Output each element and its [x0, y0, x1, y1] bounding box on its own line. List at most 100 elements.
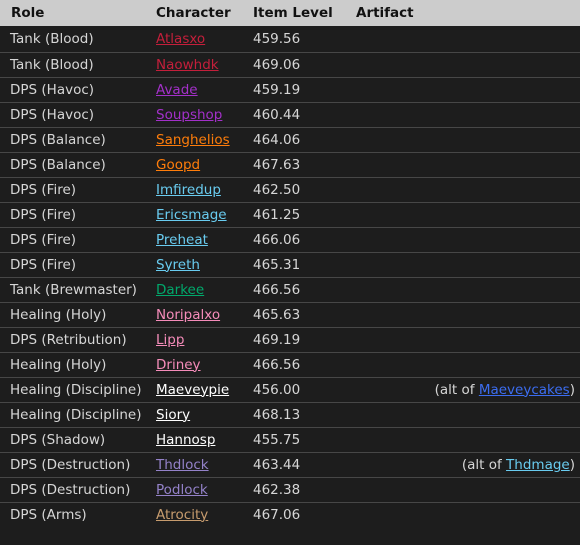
item-level-cell: 455.75 [253, 431, 301, 448]
character-link[interactable]: Podlock [156, 482, 208, 498]
table-row: DPS (Destruction) Podlock 462.38 [0, 477, 580, 502]
artifact-cell [346, 402, 580, 427]
character-cell: Preheat [146, 227, 243, 252]
character-cell: Thdlock [146, 452, 243, 477]
header-role[interactable]: Role [0, 0, 146, 26]
character-link[interactable]: Imfiredup [156, 182, 221, 198]
artifact-cell [346, 277, 580, 302]
character-link[interactable]: Ericsmage [156, 207, 227, 223]
alt-of-prefix: (alt of [461, 456, 507, 473]
character-link[interactable]: Darkee [156, 282, 204, 298]
header-artifact[interactable]: Artifact [346, 0, 580, 26]
item-level-cell: 459.19 [253, 81, 301, 98]
item-level-cell: 456.00 [253, 381, 301, 398]
artifact-cell [346, 352, 580, 377]
item-level-cell: 463.44 [253, 456, 301, 473]
table-row: DPS (Fire) Syreth 465.31 [0, 252, 580, 277]
table-row: DPS (Fire) Imfiredup 462.50 [0, 177, 580, 202]
role-cell: DPS (Destruction) [10, 456, 131, 473]
table-row: DPS (Arms) Atrocity 467.06 [0, 502, 580, 527]
character-cell: Maeveypie [146, 377, 243, 402]
item-level-cell: 459.56 [253, 30, 301, 47]
character-link[interactable]: Soupshop [156, 107, 222, 123]
character-cell: Siory [146, 402, 243, 427]
character-cell: Soupshop [146, 102, 243, 127]
table-row: DPS (Shadow) Hannosp 455.75 [0, 427, 580, 452]
role-cell: DPS (Shadow) [10, 431, 106, 448]
character-cell: Sanghelios [146, 127, 243, 152]
character-link[interactable]: Syreth [156, 257, 200, 273]
table-row: Tank (Blood) Naowhdk 469.06 [0, 52, 580, 77]
table-row: DPS (Fire) Ericsmage 461.25 [0, 202, 580, 227]
role-cell: Healing (Discipline) [10, 381, 142, 398]
character-cell: Atrocity [146, 502, 243, 527]
role-cell: Tank (Blood) [10, 30, 94, 47]
character-link[interactable]: Naowhdk [156, 57, 219, 73]
character-link[interactable]: Goopd [156, 157, 200, 173]
character-cell: Podlock [146, 477, 243, 502]
character-cell: Atlasxo [146, 26, 243, 52]
role-cell: Tank (Brewmaster) [10, 281, 137, 298]
item-level-cell: 461.25 [253, 206, 301, 223]
character-cell: Noripalxo [146, 302, 243, 327]
table-row: DPS (Balance) Goopd 467.63 [0, 152, 580, 177]
artifact-cell [346, 152, 580, 177]
character-link[interactable]: Driney [156, 357, 201, 373]
roster-table: Role Character Item Level Artifact Tank … [0, 0, 580, 527]
role-cell: DPS (Fire) [10, 181, 77, 198]
artifact-cell [346, 77, 580, 102]
role-cell: DPS (Fire) [10, 231, 77, 248]
item-level-cell: 462.38 [253, 481, 301, 498]
item-level-cell: 466.56 [253, 281, 301, 298]
role-cell: DPS (Havoc) [10, 81, 95, 98]
character-link[interactable]: Hannosp [156, 432, 215, 448]
header-character[interactable]: Character [146, 0, 243, 26]
role-cell: DPS (Fire) [10, 206, 77, 223]
table-row: DPS (Havoc) Soupshop 460.44 [0, 102, 580, 127]
alt-main-link[interactable]: Maeveycakes [479, 382, 570, 398]
role-cell: DPS (Arms) [10, 506, 87, 523]
item-level-cell: 467.06 [253, 506, 301, 523]
artifact-cell [346, 177, 580, 202]
character-cell: Lipp [146, 327, 243, 352]
artifact-cell [346, 252, 580, 277]
item-level-cell: 460.44 [253, 106, 301, 123]
table-row: Healing (Holy) Noripalxo 465.63 [0, 302, 580, 327]
table-row: DPS (Fire) Preheat 466.06 [0, 227, 580, 252]
character-cell: Darkee [146, 277, 243, 302]
artifact-cell [346, 52, 580, 77]
character-cell: Syreth [146, 252, 243, 277]
artifact-cell [346, 477, 580, 502]
header-row: Role Character Item Level Artifact [0, 0, 580, 26]
character-link[interactable]: Lipp [156, 332, 184, 348]
artifact-cell [346, 102, 580, 127]
item-level-cell: 466.56 [253, 356, 301, 373]
item-level-cell: 466.06 [253, 231, 301, 248]
character-cell: Ericsmage [146, 202, 243, 227]
item-level-cell: 465.63 [253, 306, 301, 323]
header-item-level[interactable]: Item Level [243, 0, 346, 26]
character-link[interactable]: Atrocity [156, 507, 208, 523]
character-link[interactable]: Sanghelios [156, 132, 230, 148]
character-link[interactable]: Preheat [156, 232, 208, 248]
artifact-cell: (alt of Thdmage) [346, 452, 580, 477]
table-body: Tank (Blood) Atlasxo 459.56 Tank (Blood) Nao… [0, 26, 580, 527]
character-link[interactable]: Maeveypie [156, 382, 229, 398]
table-row: DPS (Retribution) Lipp 469.19 [0, 327, 580, 352]
alt-main-link[interactable]: Thdmage [506, 457, 570, 473]
artifact-cell [346, 127, 580, 152]
character-link[interactable]: Avade [156, 82, 198, 98]
alt-of-suffix: ) [569, 381, 575, 398]
table-row: DPS (Havoc) Avade 459.19 [0, 77, 580, 102]
table-header: Role Character Item Level Artifact [0, 0, 580, 26]
character-link[interactable]: Thdlock [156, 457, 209, 473]
character-link[interactable]: Atlasxo [156, 31, 205, 47]
item-level-cell: 462.50 [253, 181, 301, 198]
role-cell: DPS (Fire) [10, 256, 77, 273]
item-level-cell: 469.19 [253, 331, 301, 348]
character-link[interactable]: Siory [156, 407, 190, 423]
character-cell: Hannosp [146, 427, 243, 452]
table-row: Healing (Holy) Driney 466.56 [0, 352, 580, 377]
character-link[interactable]: Noripalxo [156, 307, 220, 323]
role-cell: Tank (Blood) [10, 56, 94, 73]
